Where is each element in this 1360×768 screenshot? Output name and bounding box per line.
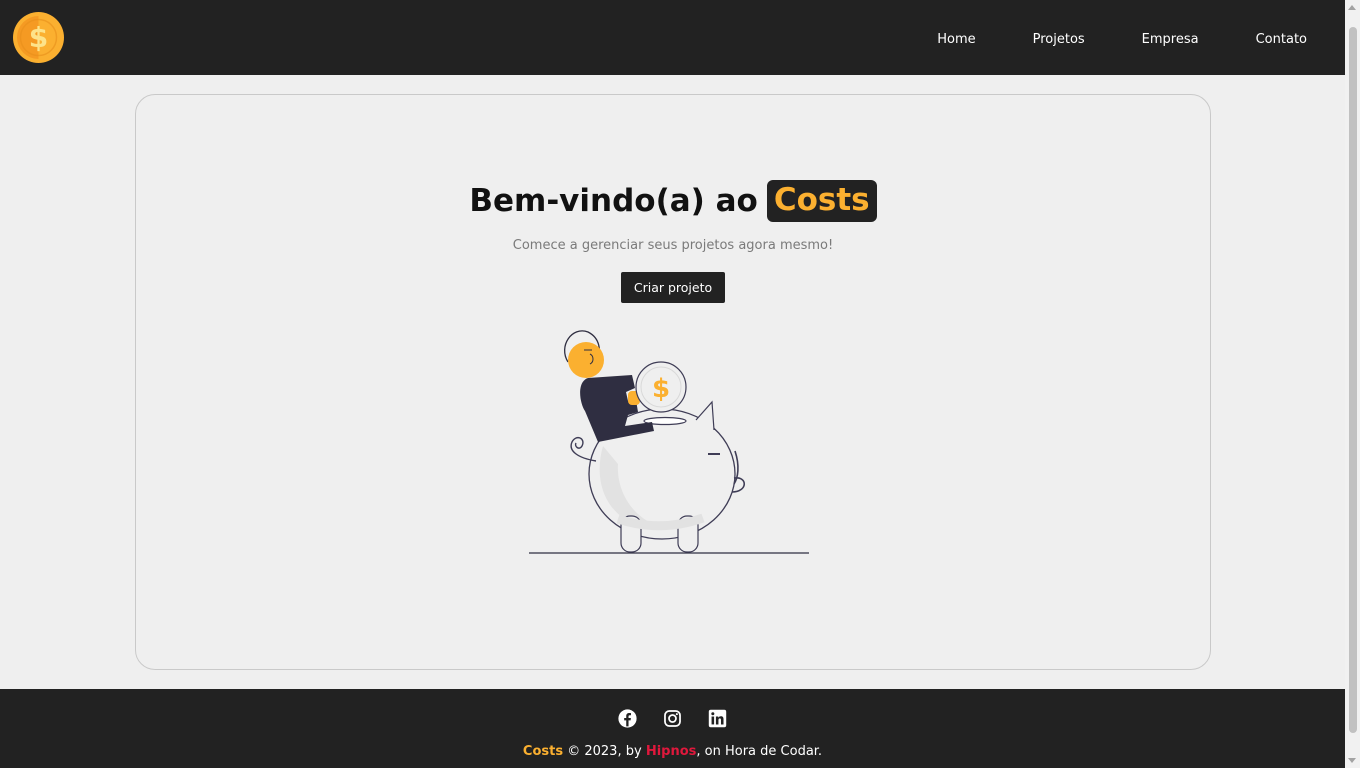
footer-copyright: © 2023, by bbox=[567, 744, 642, 759]
title-brand-badge: Costs bbox=[766, 180, 877, 222]
coin-dollar-icon[interactable]: $ bbox=[13, 12, 64, 63]
svg-text:$: $ bbox=[29, 21, 48, 54]
facebook-icon bbox=[618, 709, 637, 728]
footer: Costs © 2023, by Hipnos, on Hora de Coda… bbox=[0, 689, 1345, 768]
linkedin-icon bbox=[708, 709, 727, 728]
vertical-scrollbar[interactable] bbox=[1345, 0, 1360, 768]
scroll-up-arrow-icon[interactable] bbox=[1348, 5, 1356, 10]
linkedin-link[interactable] bbox=[708, 709, 727, 728]
footer-brand: Costs bbox=[522, 744, 564, 759]
page-title: Bem-vindo(a) ao Costs bbox=[469, 179, 877, 223]
facebook-link[interactable] bbox=[618, 709, 637, 728]
svg-text:$: $ bbox=[652, 374, 670, 404]
main-content: Bem-vindo(a) ao Costs Comece a gerenciar… bbox=[0, 75, 1345, 689]
copyright-text: Costs © 2023, by Hipnos, on Hora de Coda… bbox=[523, 744, 822, 759]
nav-link-empresa[interactable]: Empresa bbox=[1142, 32, 1199, 47]
footer-suffix: , on Hora de Codar. bbox=[696, 744, 823, 759]
savings-illustration: $ bbox=[529, 330, 809, 554]
navbar: $ Home Projetos Empresa Contato bbox=[0, 0, 1345, 75]
nav-link-contato[interactable]: Contato bbox=[1256, 32, 1307, 47]
instagram-link[interactable] bbox=[663, 709, 682, 728]
nav-link-home[interactable]: Home bbox=[937, 32, 975, 47]
nav-menu: Home Projetos Empresa Contato bbox=[880, 28, 1307, 47]
home-container: Bem-vindo(a) ao Costs Comece a gerenciar… bbox=[135, 94, 1211, 670]
create-project-button[interactable]: Criar projeto bbox=[620, 272, 726, 303]
instagram-icon bbox=[664, 710, 681, 727]
footer-author: Hipnos bbox=[645, 744, 697, 759]
social-links bbox=[605, 709, 740, 728]
page-subtitle: Comece a gerenciar seus projetos agora m… bbox=[512, 238, 834, 253]
nav-link-projetos[interactable]: Projetos bbox=[1033, 32, 1085, 47]
scrollbar-thumb[interactable] bbox=[1349, 27, 1357, 733]
title-prefix: Bem-vindo(a) ao bbox=[469, 183, 758, 219]
scroll-down-arrow-icon[interactable] bbox=[1348, 758, 1356, 763]
